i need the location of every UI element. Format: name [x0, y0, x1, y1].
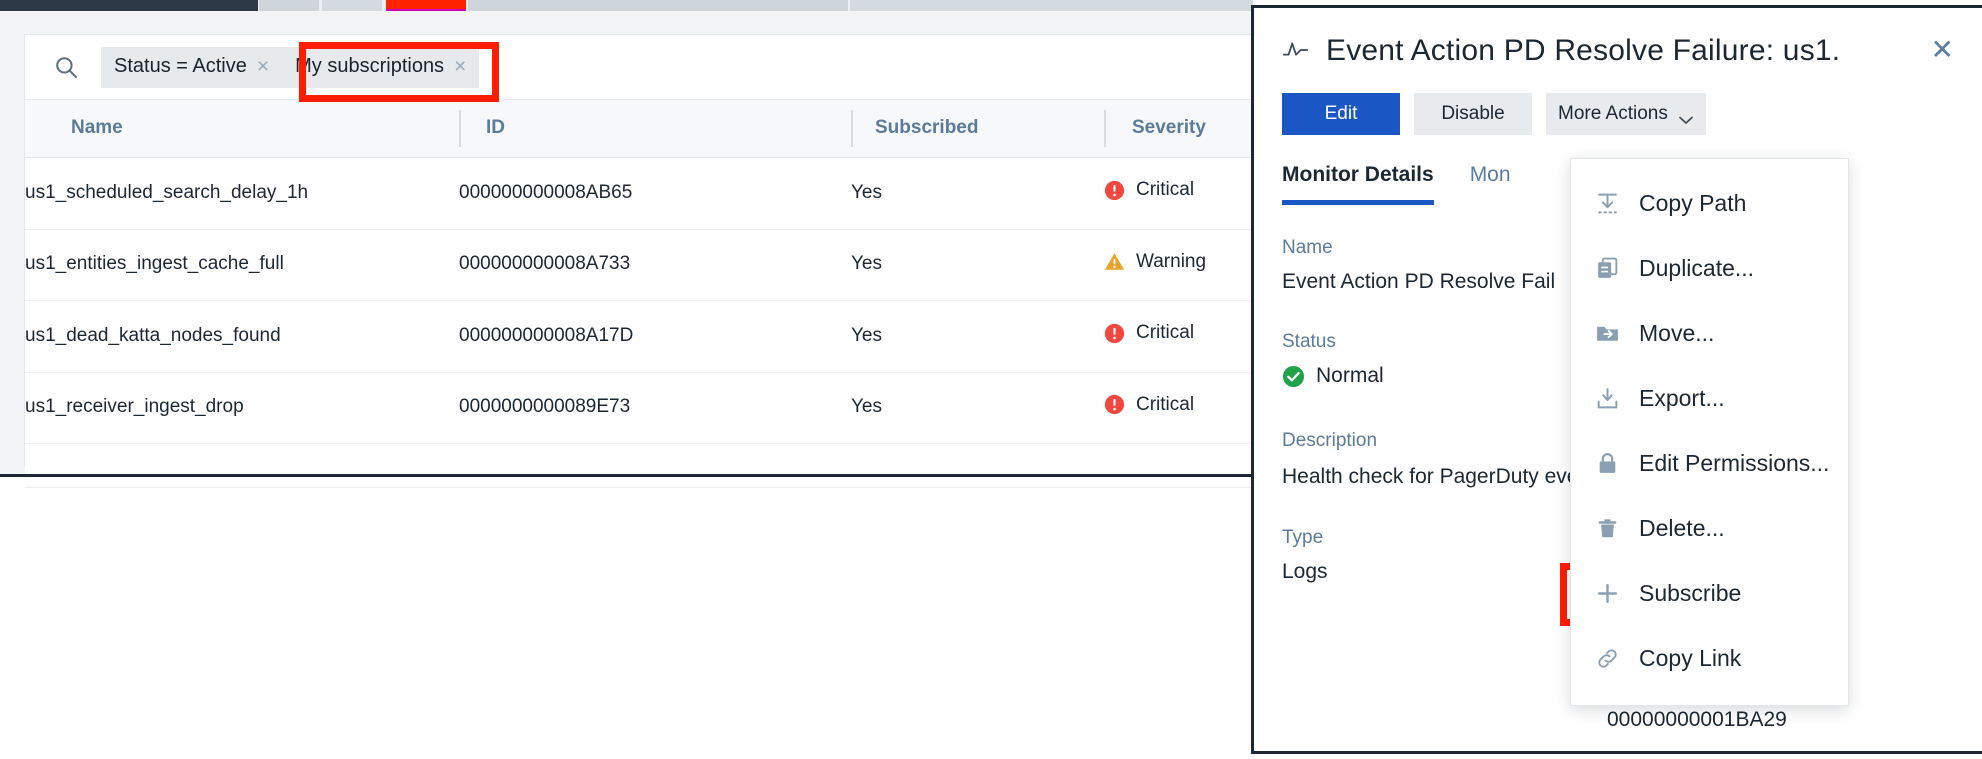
link-icon	[1595, 646, 1620, 671]
browser-tab-2[interactable]	[259, 0, 319, 11]
filter-chip-my-subscriptions[interactable]: My subscriptions ×	[282, 46, 480, 88]
monitor-detail-panel: Event Action PD Resolve Failure: us1. ✕ …	[1251, 5, 1982, 754]
search-icon[interactable]	[53, 54, 79, 80]
menu-item-edit-permissions[interactable]: Edit Permissions...	[1571, 431, 1848, 496]
table-row[interactable]: us1_dead_katta_nodes_found 000000000008A…	[25, 300, 1254, 373]
check-circle-icon	[1282, 365, 1305, 388]
warning-icon	[1104, 251, 1125, 272]
monitor-list-panel: Status = Active × My subscriptions × Nam…	[0, 11, 1254, 488]
browser-tab-active[interactable]	[0, 0, 258, 11]
menu-item-edit-permissions-label: Edit Permissions...	[1639, 450, 1830, 476]
cell-empty	[851, 443, 1104, 488]
filter-chip-my-subscriptions-remove-icon[interactable]: ×	[454, 56, 466, 77]
more-actions-label: More Actions	[1558, 103, 1668, 124]
menu-item-move[interactable]: Move...	[1571, 301, 1848, 366]
cell-subscribed: Yes	[851, 229, 1104, 301]
screen-root: Status = Active × My subscriptions × Nam…	[0, 0, 1982, 759]
menu-item-duplicate-label: Duplicate...	[1639, 255, 1755, 281]
trash-icon	[1595, 516, 1620, 541]
page-title: Event Action PD Resolve Failure: us1.	[1326, 34, 1841, 67]
filter-chip-status-label: Status = Active	[114, 55, 247, 77]
cell-severity: Critical	[1104, 300, 1254, 373]
cell-severity: Warning	[1104, 229, 1254, 301]
cell-id: 000000000008A17D	[459, 300, 851, 373]
disable-button[interactable]: Disable	[1414, 93, 1532, 135]
browser-tab-3[interactable]	[322, 0, 382, 11]
tab-monitor-details[interactable]: Monitor Details	[1282, 163, 1434, 205]
edit-button[interactable]: Edit	[1282, 93, 1400, 135]
browser-tab-strip	[0, 0, 1253, 11]
monitor-id-value: 00000000001BA29	[1607, 708, 1787, 731]
menu-item-export[interactable]: Export...	[1571, 366, 1848, 431]
tab-monitor-secondary[interactable]: Mon	[1470, 163, 1511, 205]
cell-name: us1_entities_ingest_cache_full	[25, 229, 459, 301]
table-row[interactable]: us1_scheduled_search_delay_1h 0000000000…	[25, 157, 1254, 230]
cell-severity-label: Critical	[1136, 179, 1195, 200]
cell-severity-label: Warning	[1136, 250, 1207, 272]
plus-icon	[1595, 581, 1620, 606]
detail-panel-actions: Edit Disable More Actions	[1254, 68, 1982, 135]
field-status-value: Normal	[1316, 364, 1384, 387]
cell-severity: Critical	[1104, 372, 1254, 444]
critical-icon	[1104, 323, 1125, 344]
lock-icon	[1595, 451, 1620, 476]
cell-subscribed: Yes	[851, 372, 1104, 444]
monitor-pulse-icon	[1282, 39, 1310, 63]
menu-item-move-label: Move...	[1639, 320, 1715, 346]
chevron-down-icon	[1678, 109, 1694, 124]
cell-id: 000000000008AB65	[459, 157, 851, 230]
column-header-name[interactable]: Name	[25, 100, 459, 158]
cell-severity-label: Critical	[1136, 393, 1195, 415]
column-header-severity[interactable]: Severity	[1104, 100, 1254, 158]
menu-item-copy-link[interactable]: Copy Link	[1571, 626, 1848, 691]
cell-subscribed: Yes	[851, 300, 1104, 373]
filter-chip-my-subscriptions-label: My subscriptions	[295, 55, 445, 77]
export-icon	[1595, 386, 1620, 411]
table-header-row: Name ID Subscribed Severity	[25, 100, 1254, 158]
cell-id: 0000000000089E73	[459, 372, 851, 444]
critical-icon	[1104, 180, 1125, 201]
cell-severity: Critical	[1104, 157, 1254, 230]
menu-item-subscribe-label: Subscribe	[1639, 580, 1742, 606]
duplicate-icon	[1595, 256, 1620, 281]
menu-item-copy-path[interactable]: Copy Path	[1571, 171, 1848, 236]
browser-tab-highlighted[interactable]	[386, 0, 466, 11]
cell-severity-label: Critical	[1136, 322, 1195, 343]
monitor-table: Name ID Subscribed Severity us1_schedule…	[25, 100, 1254, 488]
copy-path-icon	[1595, 191, 1620, 216]
panel-bottom-rule	[0, 474, 1253, 477]
table-row[interactable]: us1_entities_ingest_cache_full 000000000…	[25, 229, 1254, 301]
table-row[interactable]: us1_receiver_ingest_drop 0000000000089E7…	[25, 372, 1254, 444]
browser-tab-5[interactable]	[468, 0, 848, 11]
filter-chip-status[interactable]: Status = Active ×	[101, 46, 283, 88]
menu-item-subscribe[interactable]: Subscribe	[1571, 561, 1848, 626]
cell-empty	[459, 443, 851, 488]
critical-icon	[1104, 394, 1125, 415]
detail-panel-header: Event Action PD Resolve Failure: us1.	[1254, 8, 1982, 68]
table-empty-row	[25, 443, 1254, 488]
move-folder-icon	[1595, 321, 1620, 346]
filter-bar: Status = Active × My subscriptions ×	[25, 35, 1253, 100]
close-icon[interactable]: ✕	[1931, 36, 1954, 64]
menu-item-duplicate[interactable]: Duplicate...	[1571, 236, 1848, 301]
cell-subscribed: Yes	[851, 157, 1104, 230]
column-header-id[interactable]: ID	[459, 100, 851, 158]
browser-tab-6[interactable]	[850, 0, 1253, 11]
more-actions-button[interactable]: More Actions	[1546, 93, 1706, 135]
cell-name: us1_scheduled_search_delay_1h	[25, 157, 459, 230]
more-actions-menu: Copy Path Duplicate... Move... Export...…	[1570, 158, 1849, 706]
menu-item-export-label: Export...	[1639, 385, 1725, 411]
menu-item-copy-path-label: Copy Path	[1639, 190, 1747, 216]
menu-item-delete-label: Delete...	[1639, 515, 1725, 541]
cell-empty	[1104, 443, 1254, 488]
cell-name: us1_receiver_ingest_drop	[25, 372, 459, 444]
cell-empty	[25, 443, 459, 488]
column-header-subscribed[interactable]: Subscribed	[851, 100, 1104, 158]
monitor-list-card: Status = Active × My subscriptions × Nam…	[24, 34, 1254, 488]
menu-item-copy-link-label: Copy Link	[1639, 645, 1742, 671]
filter-chip-status-remove-icon[interactable]: ×	[257, 56, 269, 77]
cell-id: 000000000008A733	[459, 229, 851, 301]
cell-name: us1_dead_katta_nodes_found	[25, 300, 459, 373]
menu-item-delete[interactable]: Delete...	[1571, 496, 1848, 561]
